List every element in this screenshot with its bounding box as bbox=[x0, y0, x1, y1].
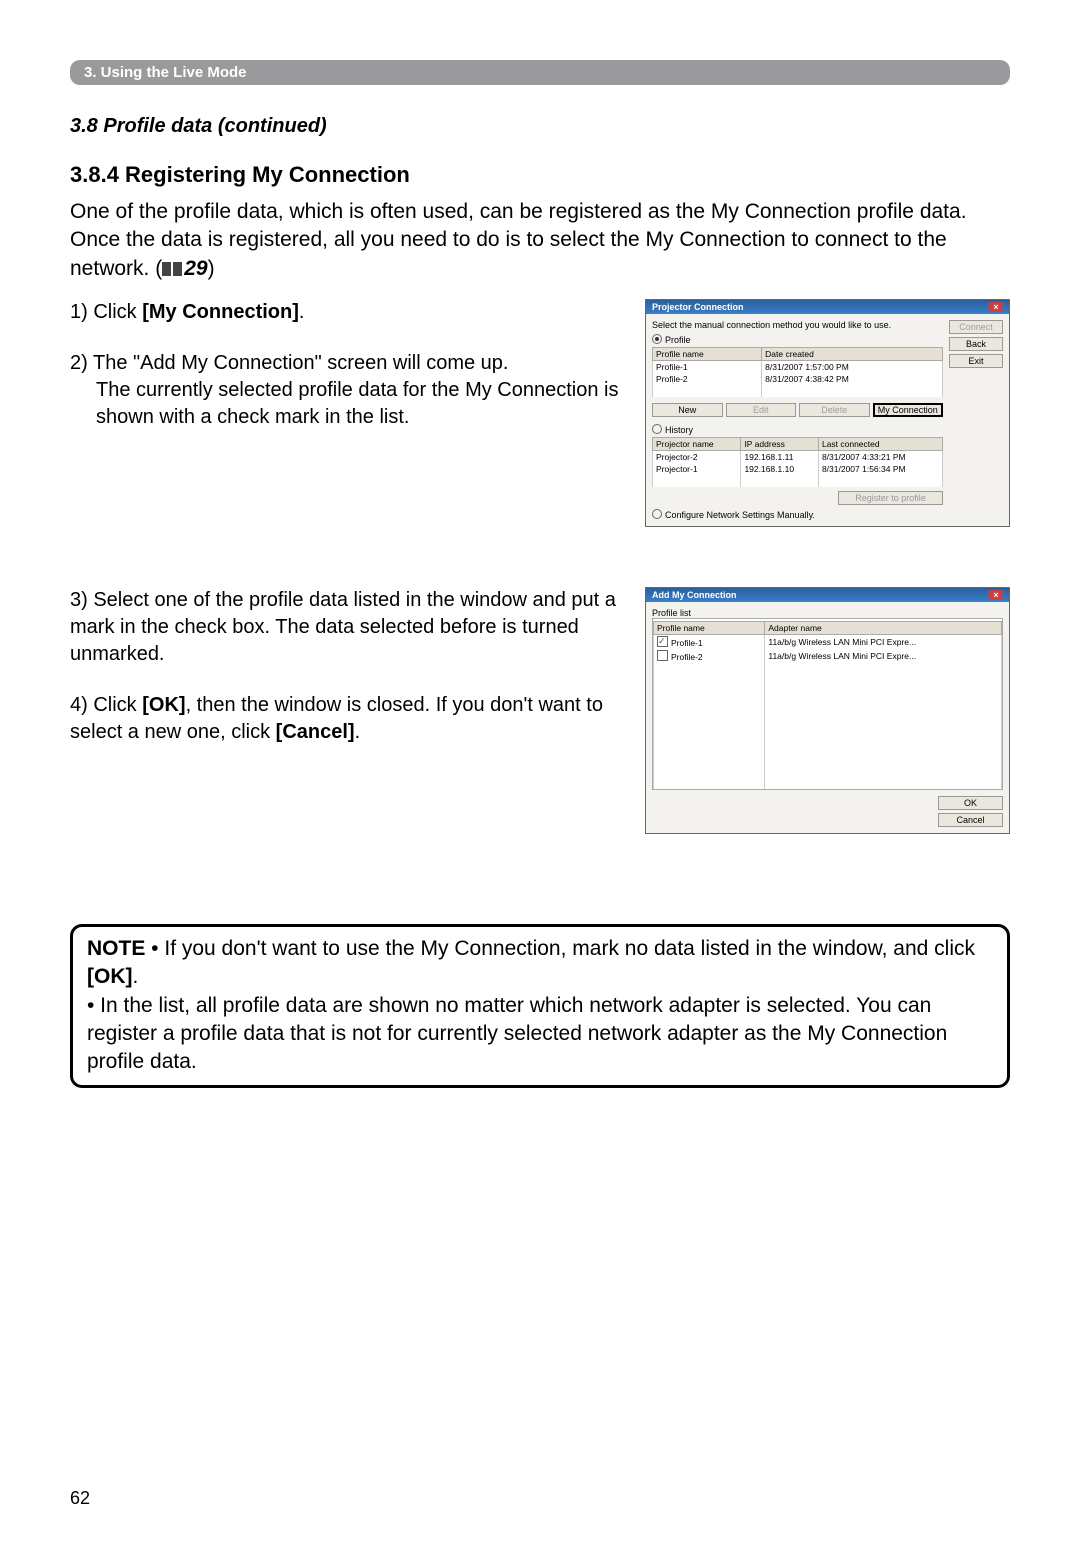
step-4: 4) Click [OK], then the window is closed… bbox=[70, 692, 625, 746]
step2a-text: 2) The "Add My Connection" screen will c… bbox=[70, 350, 625, 377]
step4-b1: [OK] bbox=[142, 694, 185, 716]
book-icon bbox=[162, 262, 182, 276]
note1-pre: • If you don't want to use the My Connec… bbox=[145, 937, 975, 960]
dlg1-title: Projector Connection bbox=[652, 302, 744, 312]
intro-tail: ) bbox=[208, 257, 215, 280]
new-button[interactable]: New bbox=[652, 403, 723, 417]
cell: Profile-2 bbox=[653, 373, 762, 385]
col-last-connected: Last connected bbox=[818, 438, 942, 451]
table-row[interactable]: Profile-28/31/2007 4:38:42 PM bbox=[653, 373, 943, 385]
table-row[interactable]: Profile-18/31/2007 1:57:00 PM bbox=[653, 361, 943, 374]
profile-table[interactable]: Profile nameDate created Profile-18/31/2… bbox=[652, 347, 943, 397]
manual-radio-label: Configure Network Settings Manually. bbox=[665, 510, 815, 520]
ok-button[interactable]: OK bbox=[938, 796, 1003, 810]
cancel-button[interactable]: Cancel bbox=[938, 813, 1003, 827]
col-adapter-name: Adapter name bbox=[768, 623, 821, 633]
cell: 8/31/2007 4:38:42 PM bbox=[762, 373, 943, 385]
profile-radio[interactable] bbox=[652, 334, 662, 344]
cell: Profile-2 bbox=[671, 652, 703, 662]
cell: 192.168.1.11 bbox=[741, 451, 819, 464]
dlg2-title: Add My Connection bbox=[652, 590, 737, 600]
close-icon[interactable]: × bbox=[989, 302, 1003, 312]
projector-connection-dialog: Projector Connection × Connect Back Exit… bbox=[645, 299, 1010, 527]
col-projector-name: Projector name bbox=[653, 438, 741, 451]
step-2: 2) The "Add My Connection" screen will c… bbox=[70, 350, 625, 431]
cell: Projector-1 bbox=[653, 463, 741, 475]
step4-b2: [Cancel] bbox=[276, 721, 355, 743]
note1-tail: . bbox=[133, 965, 139, 988]
cell: Projector-2 bbox=[653, 451, 741, 464]
note-label: NOTE bbox=[87, 937, 145, 960]
table-row[interactable]: Projector-2192.168.1.118/31/2007 4:33:21… bbox=[653, 451, 943, 464]
cell: Profile-1 bbox=[653, 361, 762, 374]
table-row[interactable]: Projector-1192.168.1.108/31/2007 1:56:34… bbox=[653, 463, 943, 475]
cell: 192.168.1.10 bbox=[741, 463, 819, 475]
exit-button[interactable]: Exit bbox=[949, 354, 1003, 368]
cell: 8/31/2007 1:57:00 PM bbox=[762, 361, 943, 374]
profile-checkbox[interactable] bbox=[657, 636, 668, 647]
dlg1-caption: Select the manual connection method you … bbox=[652, 320, 943, 330]
profile-checkbox[interactable] bbox=[657, 650, 668, 661]
history-table[interactable]: Projector name IP address Last connected… bbox=[652, 437, 943, 487]
step-1: 1) Click [My Connection]. bbox=[70, 299, 625, 326]
manual-radio[interactable] bbox=[652, 509, 662, 519]
heading-3-8-4: 3.8.4 Registering My Connection bbox=[70, 162, 1010, 188]
profile-list[interactable]: Profile name Adapter name Profile-1 11a/… bbox=[652, 618, 1003, 790]
step-3: 3) Select one of the profile data listed… bbox=[70, 587, 625, 668]
step2b-text: The currently selected profile data for … bbox=[70, 377, 625, 431]
cell: Profile-1 bbox=[671, 638, 703, 648]
step4-tail: . bbox=[355, 721, 361, 743]
subhead-italic: 3.8 Profile data (continued) bbox=[70, 115, 1010, 138]
cell: 8/31/2007 1:56:34 PM bbox=[818, 463, 942, 475]
step1-tail: . bbox=[299, 301, 305, 323]
step1-bold: [My Connection] bbox=[142, 301, 299, 323]
cell: 11a/b/g Wireless LAN Mini PCI Expre... bbox=[765, 635, 1002, 650]
cell: 11a/b/g Wireless LAN Mini PCI Expre... bbox=[765, 649, 1002, 663]
intro-ref: 29 bbox=[184, 257, 207, 280]
list-item[interactable]: Profile-1 11a/b/g Wireless LAN Mini PCI … bbox=[654, 635, 1002, 650]
step1-pre: 1) Click bbox=[70, 301, 142, 323]
my-connection-button[interactable]: My Connection bbox=[873, 403, 944, 417]
note2-text: • In the list, all profile data are show… bbox=[87, 994, 947, 1074]
cell: 8/31/2007 4:33:21 PM bbox=[818, 451, 942, 464]
delete-button[interactable]: Delete bbox=[799, 403, 870, 417]
col-ip-address: IP address bbox=[741, 438, 819, 451]
profile-list-label: Profile list bbox=[652, 608, 1003, 618]
history-radio[interactable] bbox=[652, 424, 662, 434]
page-number: 62 bbox=[70, 1488, 1010, 1509]
register-to-profile-button[interactable]: Register to profile bbox=[838, 491, 943, 505]
step4-pre: 4) Click bbox=[70, 694, 142, 716]
profile-radio-label: Profile bbox=[665, 335, 691, 345]
connect-button[interactable]: Connect bbox=[949, 320, 1003, 334]
col-profile-name: Profile name bbox=[653, 348, 762, 361]
close-icon[interactable]: × bbox=[989, 590, 1003, 600]
add-my-connection-dialog: Add My Connection × Profile list Profile… bbox=[645, 587, 1010, 834]
edit-button[interactable]: Edit bbox=[726, 403, 797, 417]
history-radio-label: History bbox=[665, 425, 693, 435]
col-profile-name: Profile name bbox=[657, 623, 705, 633]
back-button[interactable]: Back bbox=[949, 337, 1003, 351]
note1-bold: [OK] bbox=[87, 965, 133, 988]
section-bar: 3. Using the Live Mode bbox=[70, 60, 1010, 85]
col-date-created: Date created bbox=[762, 348, 943, 361]
list-item[interactable]: Profile-2 11a/b/g Wireless LAN Mini PCI … bbox=[654, 649, 1002, 663]
intro-paragraph: One of the profile data, which is often … bbox=[70, 198, 1010, 283]
note-box: NOTE • If you don't want to use the My C… bbox=[70, 924, 1010, 1088]
